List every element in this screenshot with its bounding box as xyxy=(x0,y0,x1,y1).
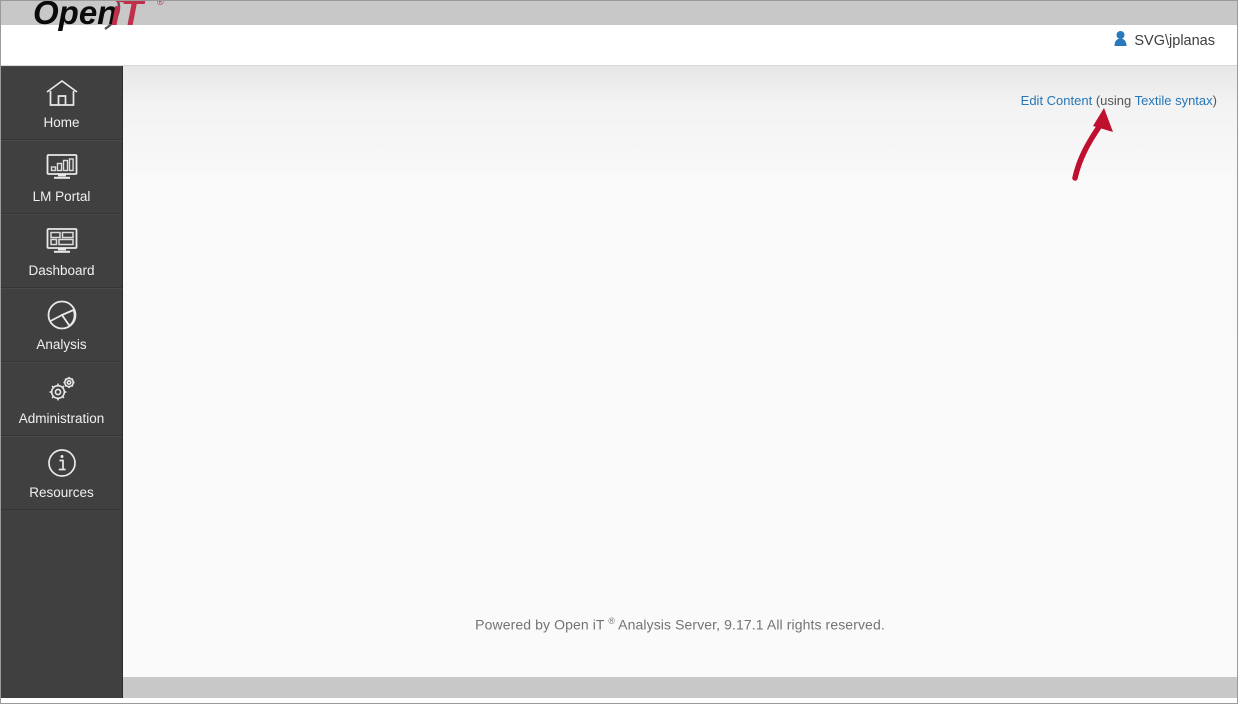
house-icon xyxy=(43,76,81,110)
svg-text:Open: Open xyxy=(33,0,117,31)
info-circle-icon xyxy=(43,446,81,480)
sidebar-item-label: Resources xyxy=(29,484,94,500)
textile-syntax-link[interactable]: Textile syntax xyxy=(1135,93,1213,108)
sidebar-item-label: Administration xyxy=(18,410,105,426)
sidebar-item-label: Home xyxy=(43,114,80,130)
sidebar-item-dashboard[interactable]: Dashboard xyxy=(1,214,122,288)
bottom-edge-filler xyxy=(1,698,1237,703)
monitor-dashboard-icon xyxy=(43,224,81,258)
svg-text:®: ® xyxy=(157,0,164,7)
sidebar-item-lm-portal[interactable]: LM Portal xyxy=(1,140,122,214)
sidebar-item-analysis[interactable]: Analysis xyxy=(1,288,122,362)
registered-mark: ® xyxy=(608,616,615,626)
edit-content-link[interactable]: Edit Content xyxy=(1021,93,1093,108)
main-sidebar: Home LM Portal Dashboard Analysis Admini… xyxy=(1,66,123,698)
page-header xyxy=(1,26,1237,66)
application-window: Open iT ® SVG\jplanas Home LM Portal Das… xyxy=(0,0,1238,704)
svg-text:iT: iT xyxy=(111,0,146,33)
footer-credit: Powered by Open iT ® Analysis Server, 9.… xyxy=(123,616,1237,633)
person-icon xyxy=(1114,31,1127,50)
sidebar-item-administration[interactable]: Administration xyxy=(1,362,122,436)
sidebar-item-label: Dashboard xyxy=(28,262,95,278)
pie-chart-icon xyxy=(43,298,81,332)
edit-bar-suffix: ) xyxy=(1212,93,1217,108)
main-content-area: Edit Content (using Textile syntax) Powe… xyxy=(123,66,1237,677)
top-chrome-strip xyxy=(1,1,1237,26)
edit-content-bar: Edit Content (using Textile syntax) xyxy=(1021,93,1217,108)
annotation-arrow-icon xyxy=(1063,104,1123,184)
sidebar-item-label: Analysis xyxy=(36,336,87,352)
credit-suffix: Analysis Server, 9.17.1 All rights reser… xyxy=(614,616,885,633)
sidebar-item-resources[interactable]: Resources xyxy=(1,436,122,510)
edit-bar-prefix: (using xyxy=(1092,93,1135,108)
openit-logo[interactable]: Open iT ® xyxy=(31,0,176,33)
bottom-chrome-strip xyxy=(123,677,1237,698)
sidebar-item-label: LM Portal xyxy=(32,188,91,204)
credit-prefix: Powered by Open iT xyxy=(475,616,609,633)
monitor-bar-chart-icon xyxy=(43,150,81,184)
user-account-chip[interactable]: SVG\jplanas xyxy=(1114,31,1215,50)
user-name-label: SVG\jplanas xyxy=(1134,32,1215,49)
sidebar-item-home[interactable]: Home xyxy=(1,66,122,140)
gears-icon xyxy=(43,372,81,406)
